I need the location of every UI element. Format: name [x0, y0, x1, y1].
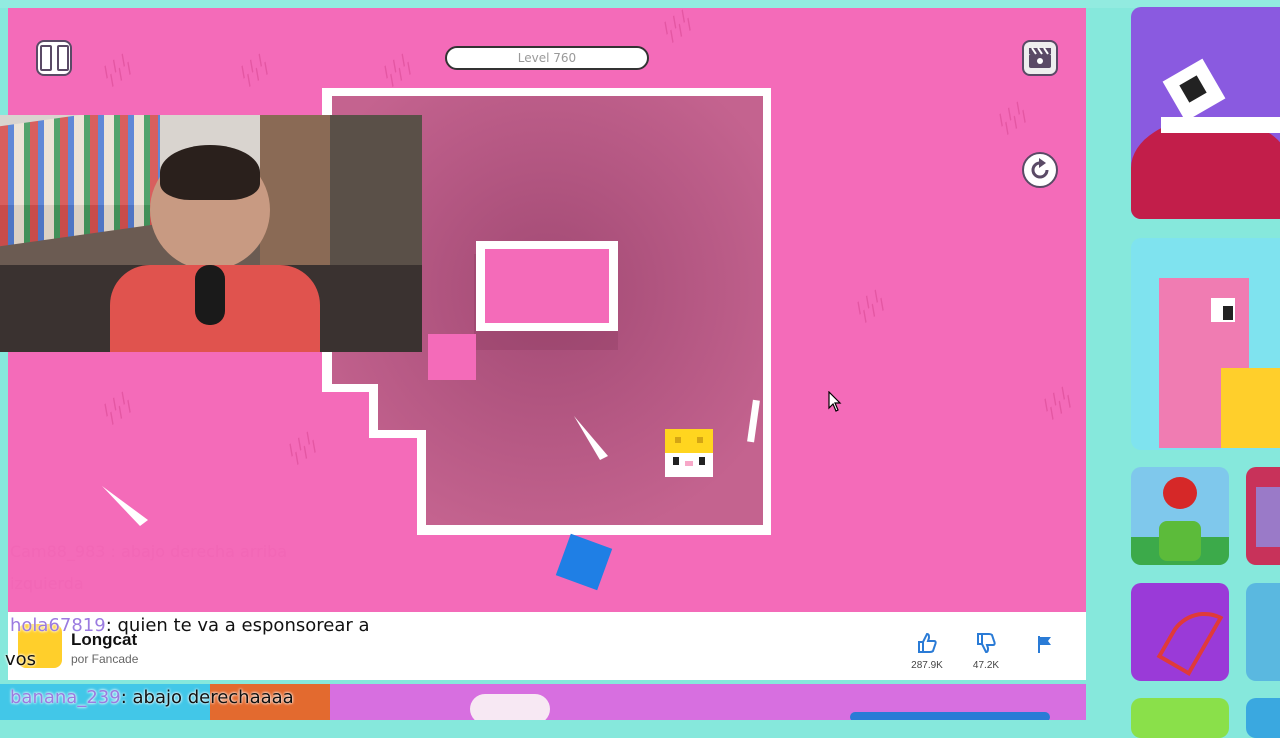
- mouse-cursor-icon: [828, 391, 842, 412]
- likes-count: 287.9K: [911, 660, 943, 671]
- chat-message: hola67819: quien te va a esponsorear a: [10, 615, 370, 636]
- player-square: [555, 533, 613, 591]
- pause-button[interactable]: [36, 40, 72, 76]
- chat-username: hola67819: [10, 615, 106, 636]
- cat-eye: [673, 457, 679, 465]
- game-thumbnail[interactable]: [1246, 698, 1280, 738]
- game-thumbnail[interactable]: [1246, 467, 1280, 565]
- chat-message-continuation: vos: [5, 649, 37, 670]
- restart-button[interactable]: [1022, 152, 1058, 188]
- inner-block-face: [485, 249, 609, 323]
- restart-icon: [1031, 158, 1049, 179]
- webcam-feed: [0, 115, 422, 352]
- game-thumbnail[interactable]: [1131, 583, 1229, 681]
- longcat-head[interactable]: [665, 429, 713, 477]
- spark: [102, 486, 148, 526]
- game-thumbnail[interactable]: [1131, 7, 1280, 219]
- game-thumbnail[interactable]: [1131, 698, 1229, 738]
- game-thumbnail[interactable]: [1131, 238, 1280, 450]
- pause-icon: [39, 45, 69, 71]
- game-thumbnail[interactable]: [1246, 583, 1280, 681]
- cat-nose: [685, 461, 693, 466]
- chat-text: : abajo derechaaaa: [120, 687, 294, 708]
- game-thumbnail[interactable]: [1131, 467, 1229, 565]
- game-author[interactable]: por Fancade: [71, 652, 138, 666]
- chat-username: banana_239: [10, 687, 121, 708]
- thumbs-down-icon[interactable]: [975, 632, 997, 654]
- pink-tile: [428, 334, 476, 380]
- record-button[interactable]: [1022, 40, 1058, 76]
- cat-eye: [699, 457, 705, 465]
- level-indicator: Level 760: [445, 46, 649, 70]
- clapperboard-icon: [1029, 47, 1051, 68]
- cat-eye: [697, 437, 703, 443]
- chat-message: banana_239: abajo derechaaaa: [10, 687, 294, 708]
- flag-icon[interactable]: [1036, 634, 1054, 654]
- cat-fur: [665, 429, 713, 453]
- dislikes-count: 47.2K: [972, 660, 1000, 671]
- top-border: [0, 0, 1280, 8]
- cat-eye: [675, 437, 681, 443]
- chat-text: : quien te va a esponsorear a: [105, 615, 370, 636]
- thumbs-up-icon[interactable]: [916, 632, 938, 654]
